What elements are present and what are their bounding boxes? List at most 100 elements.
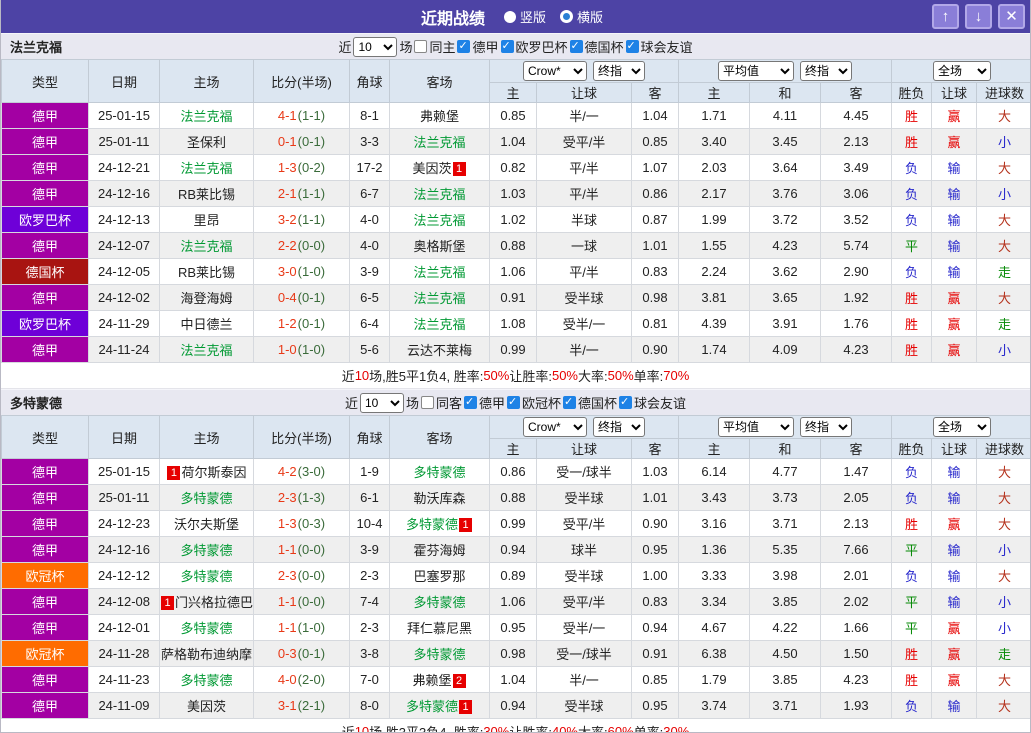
score-cell: 4-1(1-1) [253, 102, 350, 129]
average-odds-cell: 3.40 [678, 128, 750, 155]
corner-cell: 5-6 [349, 336, 390, 363]
team-name-text: 霍芬海姆 [413, 543, 466, 558]
handicap-result-cell: 输 [931, 692, 977, 719]
average-odds-cell: 2.03 [678, 154, 750, 181]
away-team-cell: 法兰克福 [389, 284, 490, 311]
close-button[interactable]: ✕ [998, 4, 1025, 29]
score-cell: 1-1(1-0) [253, 614, 350, 641]
handicap-odds-cell: 0.99 [489, 510, 537, 537]
league-checkbox[interactable] [463, 395, 477, 409]
handicap-odds-cell: 0.90 [631, 336, 679, 363]
team-name-text: 法兰克福 [413, 135, 466, 150]
average-odds-cell: 3.98 [749, 562, 821, 589]
average-odds-cell: 3.76 [749, 180, 821, 207]
match-row: 德甲 24-11-09 美因茨 3-1(2-1) 8-0 多特蒙德 1 0.94 受半球 0.95… [1, 692, 1030, 719]
date-cell: 24-11-28 [88, 640, 160, 667]
move-up-button[interactable]: ↑ [932, 4, 959, 29]
date-cell: 24-12-16 [88, 180, 160, 207]
match-count-select[interactable]: 10 [359, 392, 404, 413]
score-cell: 3-2(1-1) [253, 206, 350, 233]
goals-result-cell: 走 [975, 258, 1030, 285]
league-checkbox[interactable] [563, 395, 577, 409]
handicap-odds-cell: 0.95 [631, 692, 679, 719]
result-group-header: 全场 [890, 415, 1030, 439]
team-name-text: 多特蒙德 [180, 543, 233, 558]
handicap-result-cell: 输 [931, 180, 977, 207]
handicap-result-cell: 输 [931, 588, 977, 615]
league-checkbox[interactable] [507, 395, 520, 409]
league-badge: 德甲 [1, 336, 89, 363]
handicap-result-cell: 赢 [931, 128, 977, 155]
home-team-cell: 1门兴格拉德巴赫 [159, 588, 254, 615]
date-cell: 24-12-05 [88, 258, 160, 285]
team-name-text: 巴塞罗那 [413, 569, 466, 584]
odds-stage-select[interactable]: 终指 [593, 61, 645, 81]
column-header: 类型 [1, 59, 89, 103]
column-header: 客场 [389, 59, 490, 103]
league-badge: 欧冠杯 [1, 640, 89, 667]
average-odds-cell: 3.06 [820, 180, 892, 207]
same-venue-checkbox[interactable] [420, 396, 434, 409]
odds-company-select[interactable]: Crow* [523, 61, 587, 81]
match-count-select[interactable]: 10 [353, 36, 398, 57]
average-odds-cell: 3.45 [749, 128, 821, 155]
goals-result-cell: 大 [975, 232, 1030, 259]
match-row: 德甲 24-12-02 海登海姆 0-4(0-1) 6-5 法兰克福 0.91 受半球 0.98… [1, 284, 1030, 311]
match-row: 德甲 24-12-01 多特蒙德 1-1(1-0) 2-3 拜仁慕尼黑 0.95 受半/一 0.… [1, 614, 1030, 641]
score-cell: 0-1(0-1) [253, 128, 350, 155]
corner-cell: 6-4 [349, 310, 390, 337]
league-checkbox[interactable] [619, 395, 633, 409]
column-header: 日期 [88, 415, 160, 459]
red-card-badge: 1 [459, 518, 472, 532]
column-header: 主 [678, 438, 750, 459]
handicap-odds-cell: 一球 [536, 232, 632, 259]
score-cell: 1-0(1-0) [253, 336, 350, 363]
fulltime-score: 1-3 [277, 160, 297, 175]
same-venue-checkbox[interactable] [414, 40, 428, 53]
score-cell: 2-3(1-3) [253, 484, 350, 511]
handicap-odds-cell: 平/半 [536, 154, 632, 181]
average-odds-cell: 2.01 [820, 562, 892, 589]
goals-result-cell: 小 [975, 180, 1030, 207]
fulltime-score: 0-3 [277, 646, 297, 661]
match-row: 德甲 25-01-11 圣保利 0-1(0-1) 3-3 法兰克福 1.04 受平/半 0.85… [1, 128, 1030, 155]
scope-select[interactable]: 全场 [933, 61, 992, 81]
score-cell: 2-3(0-0) [253, 562, 350, 589]
date-cell: 24-12-13 [88, 206, 160, 233]
odds-company-select[interactable]: Crow* [523, 417, 587, 437]
layout-vertical-radio[interactable]: 竖版 [503, 7, 546, 26]
fulltime-score: 0-4 [277, 290, 297, 305]
scope-select[interactable]: 全场 [933, 417, 992, 437]
column-header: 主 [489, 438, 537, 459]
winlose-result-cell: 负 [891, 154, 932, 181]
away-team-cell: 法兰克福 [389, 310, 490, 337]
goals-result-cell: 小 [975, 588, 1030, 615]
handicap-odds-cell: 1.06 [489, 258, 537, 285]
average-odds-select[interactable]: 平均值 [718, 61, 794, 81]
team-name-text: 多特蒙德 [180, 491, 233, 506]
average-odds-select[interactable]: 平均值 [718, 417, 794, 437]
halftime-score: (0-1) [297, 316, 326, 331]
league-checkbox[interactable] [457, 39, 471, 53]
summary-text: 场,胜3平3负4, 胜率: [369, 725, 484, 733]
league-checkbox[interactable] [625, 39, 639, 53]
average-stage-select[interactable]: 终指 [800, 417, 852, 437]
average-stage-select[interactable]: 终指 [800, 61, 852, 81]
layout-horizontal-radio[interactable]: 横版 [560, 7, 603, 26]
league-checkbox[interactable] [500, 39, 514, 53]
home-team-cell: 法兰克福 [159, 102, 254, 129]
handicap-result-cell: 赢 [931, 510, 977, 537]
league-checkbox[interactable] [569, 39, 583, 53]
team-section: 多特蒙德近10场同客德甲欧冠杯德国杯球会友谊类型日期主场比分(半场)角球客场Cr… [1, 389, 1030, 733]
team-name-text: 多特蒙德 [180, 569, 233, 584]
handicap-odds-cell: 0.83 [631, 258, 679, 285]
match-row: 欧冠杯 24-11-28 萨格勒布迪纳摩 0-3(0-1) 3-8 多特蒙德 0.98 受一/… [1, 640, 1030, 667]
handicap-result-cell: 赢 [931, 614, 977, 641]
average-odds-cell: 3.33 [678, 562, 750, 589]
move-down-button[interactable]: ↓ [965, 4, 992, 29]
filter-bar: 近10场 同客 德甲 欧冠杯 德国杯 球会友谊 [344, 392, 687, 413]
handicap-result-cell: 赢 [931, 640, 977, 667]
odds-stage-select[interactable]: 终指 [593, 417, 645, 437]
handicap-odds-cell: 半/一 [536, 666, 632, 693]
halftime-score: (1-1) [297, 186, 326, 201]
